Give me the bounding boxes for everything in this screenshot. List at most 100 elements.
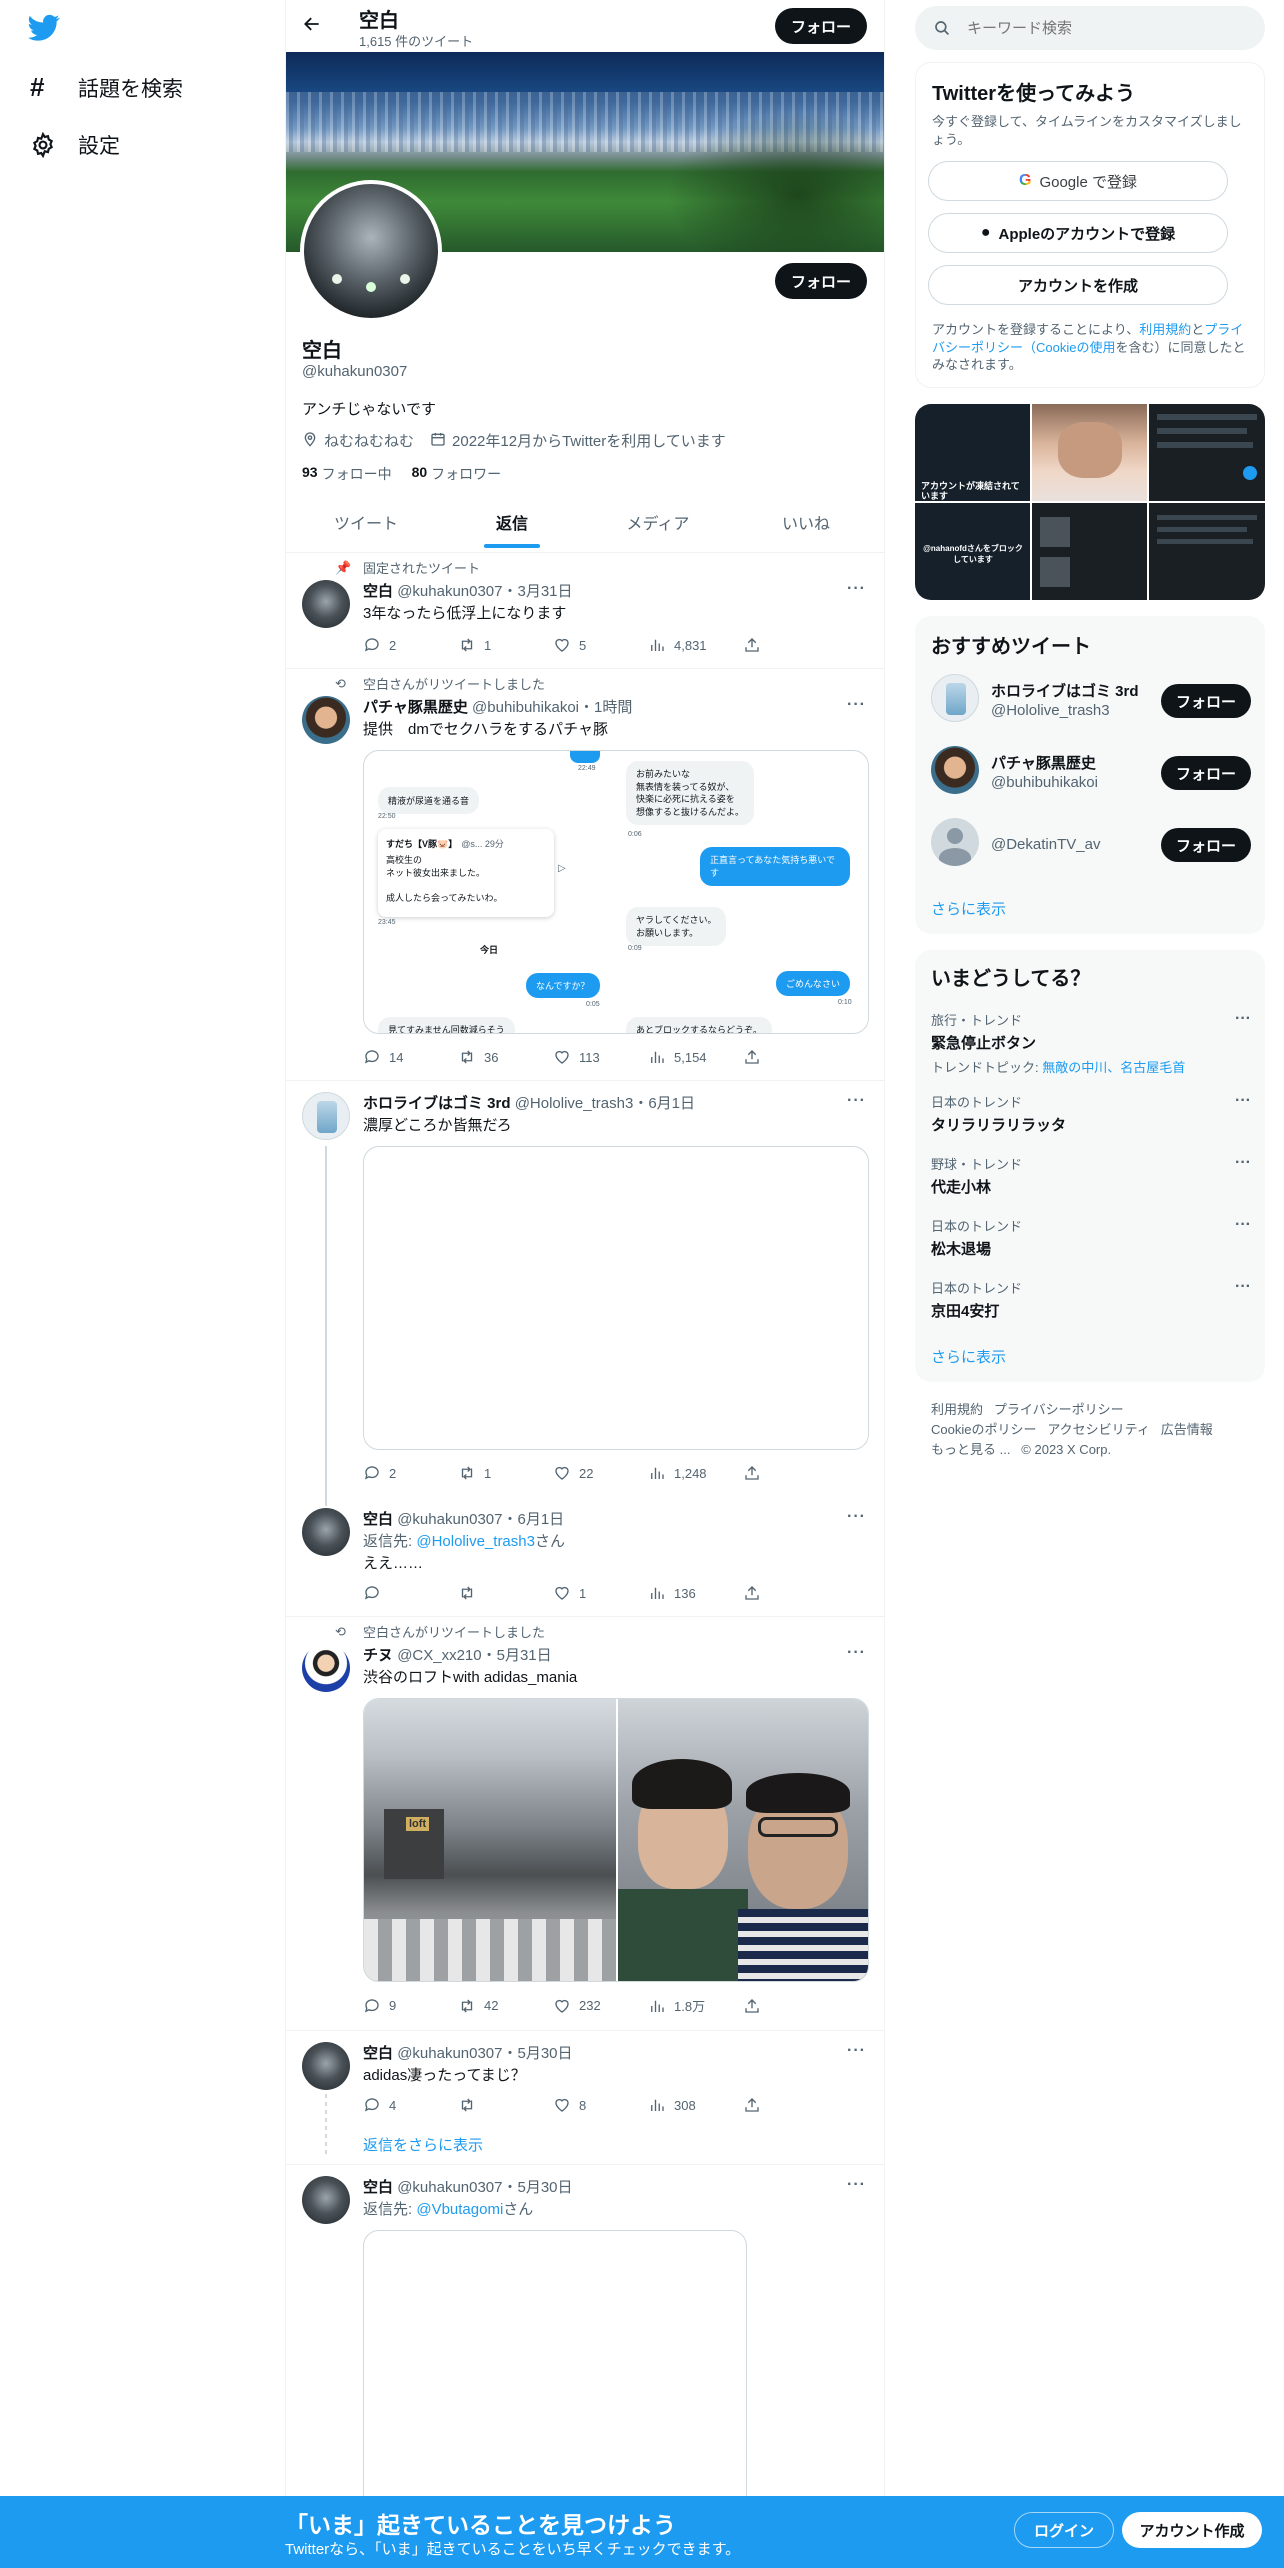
- more-icon[interactable]: ···: [847, 696, 866, 714]
- views-button[interactable]: 308: [648, 2096, 743, 2114]
- trend-item[interactable]: 野球・トレンド 代走小林 ···: [931, 1154, 1251, 1197]
- reply-to-link[interactable]: @Hololive_trash3: [416, 1533, 535, 1550]
- tweet-time[interactable]: ・6月1日: [633, 1095, 695, 1112]
- trends-show-more[interactable]: さらに表示: [931, 1346, 1006, 1367]
- footer-link[interactable]: アクセシビリティ: [1047, 1422, 1150, 1437]
- signup-button[interactable]: アカウント作成: [1122, 2512, 1262, 2548]
- user-avatar[interactable]: [931, 746, 979, 794]
- tweet-time[interactable]: ・6月1日: [503, 1511, 565, 1528]
- footer-link[interactable]: Cookieのポリシー: [931, 1422, 1036, 1437]
- views-button[interactable]: 136: [648, 1584, 743, 1602]
- more-icon[interactable]: ···: [847, 1092, 866, 1110]
- tab-replies[interactable]: 返信: [442, 510, 582, 534]
- tweet-time[interactable]: ・3月31日: [503, 583, 573, 600]
- like-button[interactable]: 113: [553, 1048, 648, 1066]
- followers-label[interactable]: フォロワー: [431, 464, 501, 484]
- retweet-button[interactable]: [458, 1584, 553, 1602]
- search-input[interactable]: [967, 19, 1227, 37]
- follow-button[interactable]: フォロー: [1161, 684, 1251, 718]
- following-count[interactable]: 93: [302, 464, 318, 484]
- tweet-avatar[interactable]: [302, 2042, 350, 2090]
- tweet-avatar[interactable]: [302, 1508, 350, 1556]
- tweet-avatar[interactable]: [302, 1644, 350, 1692]
- share-button[interactable]: [743, 1464, 773, 1482]
- share-button[interactable]: [743, 2096, 773, 2114]
- share-button[interactable]: [743, 636, 773, 654]
- retweet-button[interactable]: 42: [458, 1996, 553, 2015]
- media-tile[interactable]: @nahanofdさんをブロックしています: [915, 503, 1030, 600]
- street-photo[interactable]: loft: [364, 1699, 616, 1981]
- tab-tweets[interactable]: ツイート: [296, 510, 436, 534]
- create-account-button[interactable]: アカウントを作成: [928, 265, 1228, 305]
- apple-signup-button[interactable]: ● Appleのアカウントで登録: [928, 213, 1228, 253]
- tweet-avatar[interactable]: [302, 2176, 350, 2224]
- footer-more[interactable]: もっと見る ...: [931, 1442, 1010, 1457]
- profile-follow-button[interactable]: フォロー: [775, 263, 867, 299]
- tweet-author-handle[interactable]: @buhibuhikakoi: [472, 699, 579, 716]
- tweet-avatar[interactable]: [302, 696, 350, 744]
- tweet-time[interactable]: ・5月30日: [503, 2045, 573, 2062]
- reply-button[interactable]: 2: [363, 636, 458, 654]
- retweet-button[interactable]: 1: [458, 1464, 553, 1482]
- media-tile[interactable]: [1149, 404, 1265, 501]
- user-avatar[interactable]: [931, 674, 979, 722]
- nav-explore[interactable]: # 話題を検索: [30, 72, 183, 103]
- tweet-image-chat[interactable]: 22:49 精液が尿道を通る音 22:50 お前みたいな 無表情を装ってる奴が、…: [363, 750, 869, 1034]
- like-button[interactable]: 232: [553, 1996, 648, 2015]
- more-icon[interactable]: ···: [847, 1508, 866, 1526]
- more-icon[interactable]: ···: [1235, 1278, 1251, 1296]
- footer-link[interactable]: プライバシーポリシー: [994, 1402, 1124, 1417]
- share-button[interactable]: [743, 1048, 773, 1066]
- tweet-time[interactable]: ・1時間: [579, 699, 632, 716]
- tweet-avatar[interactable]: [302, 580, 350, 628]
- tweet-time[interactable]: ・5月31日: [482, 1647, 552, 1664]
- tweet-media-placeholder[interactable]: [363, 1146, 869, 1450]
- reply-to-link[interactable]: @Vbutagomi: [416, 2201, 503, 2218]
- tweet-author-handle[interactable]: @kuhakun0307: [397, 2179, 502, 2196]
- retweet-button[interactable]: 36: [458, 1048, 553, 1066]
- selfie-photo[interactable]: [618, 1699, 868, 1981]
- tweet-author-handle[interactable]: @Hololive_trash3: [515, 1095, 634, 1112]
- share-button[interactable]: [743, 1584, 773, 1602]
- reply-button[interactable]: 4: [363, 2096, 458, 2114]
- footer-link[interactable]: 広告情報: [1161, 1422, 1213, 1437]
- tweet-author-handle[interactable]: @kuhakun0307: [397, 2045, 502, 2062]
- tab-likes[interactable]: いいね: [736, 510, 876, 534]
- retweet-button[interactable]: [458, 2096, 553, 2114]
- search-box[interactable]: [915, 6, 1265, 50]
- reply-button[interactable]: 9: [363, 1996, 458, 2015]
- more-icon[interactable]: ···: [847, 2176, 866, 2194]
- media-tile[interactable]: [1149, 503, 1265, 600]
- media-tile[interactable]: [1032, 404, 1147, 501]
- show-more-replies-link[interactable]: 返信をさらに表示: [363, 2134, 483, 2155]
- views-button[interactable]: 1.8万: [648, 1996, 743, 2015]
- more-icon[interactable]: ···: [1235, 1092, 1251, 1110]
- like-button[interactable]: 22: [553, 1464, 648, 1482]
- tweet-author-name[interactable]: ホロライブはゴミ 3rd: [363, 1095, 511, 1112]
- recommend-user[interactable]: ホロライブはゴミ 3rd @Hololive_trash3 フォロー: [931, 674, 1251, 734]
- share-button[interactable]: [743, 1996, 773, 2015]
- recommend-show-more[interactable]: さらに表示: [931, 898, 1006, 919]
- google-signup-button[interactable]: G Google で登録: [928, 161, 1228, 201]
- tweet-media-placeholder[interactable]: [363, 2230, 747, 2520]
- nav-settings[interactable]: 設定: [30, 130, 120, 160]
- tweet-author-name[interactable]: チヌ: [363, 1647, 393, 1664]
- recommend-user[interactable]: パチャ豚黒歴史 @buhibuhikakoi フォロー: [931, 746, 1251, 806]
- media-tile[interactable]: [1032, 503, 1147, 600]
- more-icon[interactable]: ···: [847, 2042, 866, 2060]
- login-button[interactable]: ログイン: [1014, 2512, 1114, 2548]
- tweet-time[interactable]: ・5月30日: [503, 2179, 573, 2196]
- like-button[interactable]: 5: [553, 636, 648, 654]
- tweet-author-name[interactable]: 空白: [363, 583, 393, 600]
- follow-button[interactable]: フォロー: [1161, 756, 1251, 790]
- like-button[interactable]: 1: [553, 1584, 648, 1602]
- tweet-author-name[interactable]: 空白: [363, 2179, 393, 2196]
- more-icon[interactable]: ···: [1235, 1154, 1251, 1172]
- more-icon[interactable]: ···: [1235, 1216, 1251, 1234]
- tweet-avatar[interactable]: [302, 1092, 350, 1140]
- follow-button[interactable]: フォロー: [1161, 828, 1251, 862]
- retweet-button[interactable]: 1: [458, 636, 553, 654]
- tweet-author-handle[interactable]: @kuhakun0307: [397, 1511, 502, 1528]
- tweet-author-name[interactable]: 空白: [363, 1511, 393, 1528]
- followers-count[interactable]: 80: [412, 464, 428, 484]
